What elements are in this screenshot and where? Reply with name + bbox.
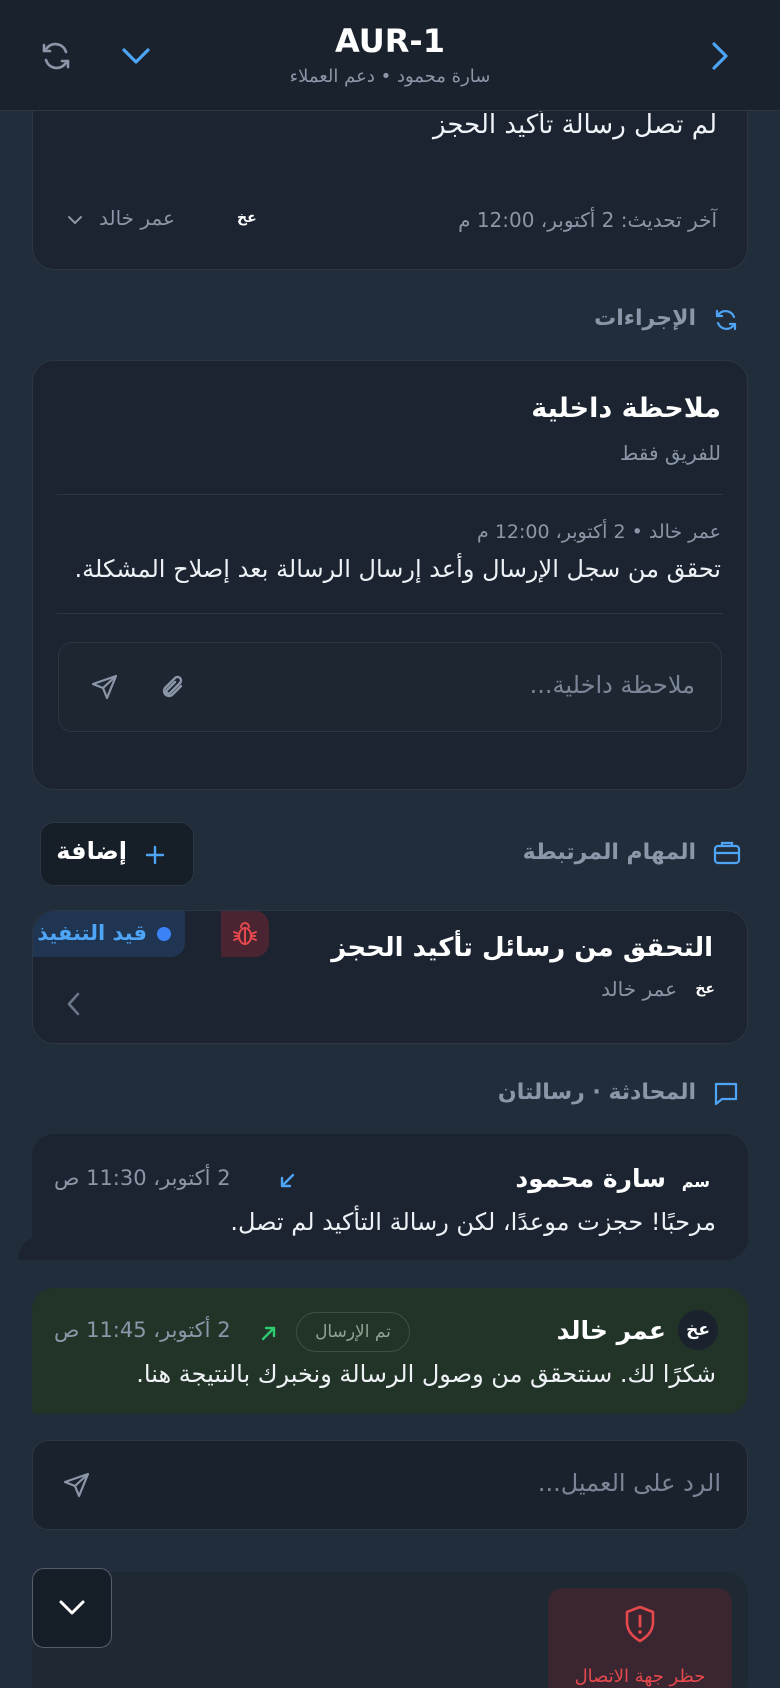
task-assignee-avatar: عخ (695, 981, 715, 997)
ticket-subtitle: سارة محمود • دعم العملاء (289, 66, 491, 87)
reply-input[interactable]: الرد على العميل... (538, 1469, 721, 1497)
block-contact-button[interactable]: حظر جهة الاتصال (548, 1588, 732, 1688)
task-card[interactable]: قيد التنفيذ التحقق من رسائل تأكيد الحجز … (32, 910, 748, 1044)
scroll-down-button[interactable] (32, 1568, 112, 1648)
chevron-down-icon (59, 1600, 85, 1615)
note-card-subtitle: للفريق فقط (619, 441, 721, 465)
last-updated: آخر تحديث: 2 أكتوبر، 12:00 م (458, 208, 717, 232)
paperclip-icon[interactable] (157, 671, 191, 705)
top-bar: AUR-1 سارة محمود • دعم العملاء (0, 0, 780, 111)
note-card-title: ملاحظة داخلية (531, 393, 721, 424)
shield-alert-icon (625, 1605, 655, 1643)
back-chevron-icon[interactable] (700, 36, 740, 76)
message-outgoing: عخ عمر خالد تم الإرسال 2 أكتوبر، 11:45 ص… (32, 1288, 748, 1414)
sent-status-badge: تم الإرسال (296, 1312, 410, 1352)
note-input-box: ملاحظة داخلية... (58, 642, 722, 732)
bug-type-badge (221, 911, 269, 957)
task-status-label: قيد التنفيذ (37, 921, 147, 945)
assignee-avatar: عخ (237, 210, 257, 226)
outgoing-arrow-icon (261, 1326, 276, 1341)
related-tasks-title: المهام المرتبطة (522, 840, 696, 865)
message-incoming: سم سارة محمود 2 أكتوبر، 11:30 ص مرحبًا! … (32, 1134, 748, 1260)
message-text: شكرًا لك. سنتحقق من وصول الرسالة ونخبرك … (136, 1360, 716, 1388)
ticket-subject: لم تصل رسالة تأكيد الحجز (433, 110, 717, 140)
assignee-name: عمر خالد (99, 206, 175, 230)
reply-box: الرد على العميل... (32, 1440, 748, 1530)
assignee-selector[interactable]: عمر خالد عخ (65, 202, 257, 238)
send-icon[interactable] (89, 671, 121, 703)
bug-icon (233, 922, 257, 945)
chat-icon (714, 1082, 738, 1106)
task-status-badge: قيد التنفيذ (33, 911, 185, 957)
note-input[interactable]: ملاحظة داخلية... (530, 671, 695, 699)
actions-refresh-icon (715, 309, 737, 331)
conversation-title: المحادثة · رسالتان (497, 1080, 696, 1105)
sender-avatar: سم (681, 1172, 710, 1191)
add-task-button[interactable]: إضافة (40, 822, 194, 886)
message-time: 2 أكتوبر، 11:30 ص (54, 1166, 231, 1190)
sender-name: سارة محمود (515, 1164, 666, 1193)
sender-avatar: عخ (686, 1320, 710, 1340)
status-dot (157, 927, 171, 941)
task-assignee-name: عمر خالد (601, 977, 677, 1001)
add-task-label: إضافة (56, 837, 127, 865)
chevron-down-icon (68, 216, 82, 224)
sender-name: عمر خالد (556, 1316, 666, 1345)
note-meta: عمر خالد • 2 أكتوبر، 12:00 م (477, 521, 721, 543)
chevron-left-icon[interactable] (63, 989, 85, 1019)
note-text: تحقق من سجل الإرسال وأعد إرسال الرسالة ب… (74, 555, 722, 583)
block-contact-label: حظر جهة الاتصال (574, 1666, 706, 1687)
divider (57, 613, 723, 614)
briefcase-icon (713, 841, 741, 865)
incoming-arrow-icon (280, 1173, 295, 1188)
message-time: 2 أكتوبر، 11:45 ص (54, 1318, 231, 1342)
message-text: مرحبًا! حجزت موعدًا، لكن رسالة التأكيد ل… (230, 1208, 716, 1236)
task-title: التحقق من رسائل تأكيد الحجز (331, 933, 713, 963)
actions-section-title: الإجراءات (594, 306, 696, 331)
divider (57, 494, 723, 495)
plus-icon (145, 845, 165, 865)
ticket-id: AUR-1 (335, 22, 445, 60)
send-icon[interactable] (61, 1469, 93, 1501)
